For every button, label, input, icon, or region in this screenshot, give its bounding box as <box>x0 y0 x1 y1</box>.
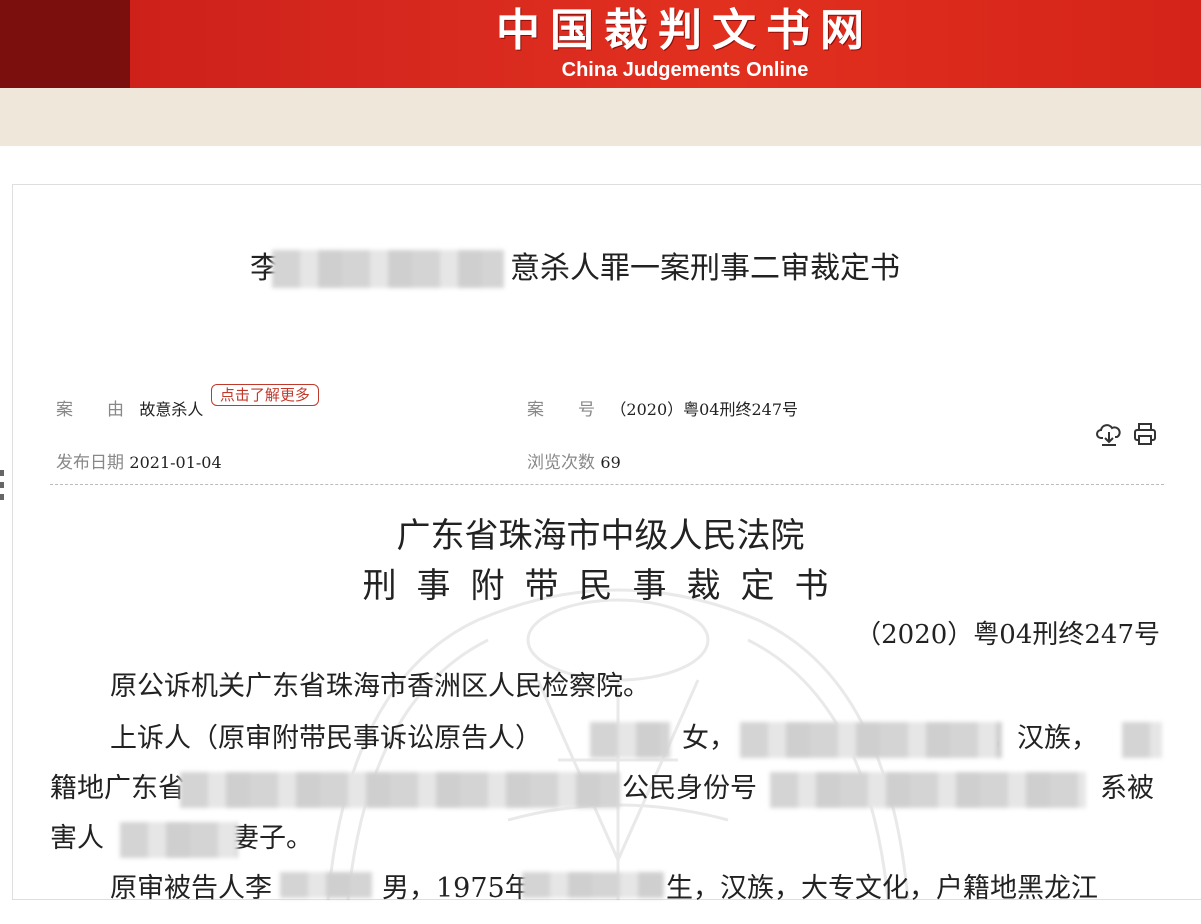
paragraph-victim-b: 妻子。 <box>232 823 313 854</box>
site-header: 中国裁判文书网 China Judgements Online <box>0 0 1201 88</box>
header-left-block <box>0 0 130 88</box>
meta-views: 浏览次数 69 <box>527 451 621 475</box>
redacted-block <box>522 872 664 898</box>
redacted-block <box>770 772 1086 808</box>
divider <box>50 484 1164 485</box>
redacted-block <box>120 822 238 858</box>
paragraph-appellant-b: 女， <box>682 723 736 754</box>
views-label: 浏览次数 <box>527 453 595 473</box>
case-no-label: 案 号 <box>527 400 595 420</box>
paragraph-prosecutor: 原公诉机关广东省珠海市香洲区人民检察院。 <box>110 671 650 702</box>
case-no-value: （2020）粤04刑终247号 <box>610 400 799 419</box>
meta-cause: 案 由 故意杀人 点击了解更多 <box>56 384 319 422</box>
views-value: 69 <box>600 453 621 472</box>
publish-date-label: 发布日期 <box>56 453 124 473</box>
cause-value: 故意杀人 <box>139 400 204 419</box>
paragraph-domicile-b: 公民身份号 <box>622 773 757 804</box>
paragraph-defendant-a: 原审被告人李 <box>110 873 272 904</box>
meta-publish-date: 发布日期 2021-01-04 <box>56 451 222 475</box>
site-logo[interactable]: 中国裁判文书网 China Judgements Online <box>470 6 900 86</box>
redacted-block <box>272 250 504 288</box>
meta-case-number: 案 号 （2020）粤04刑终247号 <box>527 398 798 422</box>
paragraph-defendant-c: 生，汉族，大专文化，户籍地黑龙江 <box>666 873 1098 904</box>
logo-english: China Judgements Online <box>561 59 809 81</box>
publish-date-value: 2021-01-04 <box>129 453 222 472</box>
paragraph-victim-a: 害人 <box>50 823 104 854</box>
paragraph-domicile-a: 籍地广东省 <box>50 773 185 804</box>
logo-chinese: 中国裁判文书网 <box>496 5 874 56</box>
paragraph-appellant-a: 上诉人（原审附带民事诉讼原告人） <box>110 723 542 754</box>
cause-label: 案 由 <box>56 400 124 420</box>
redacted-block <box>280 872 372 898</box>
redacted-block <box>590 722 670 758</box>
download-icon[interactable] <box>1096 421 1122 447</box>
paragraph-defendant-b: 男，1975年 <box>382 873 532 904</box>
case-number-line: （2020）粤04刑终247号 <box>855 620 1160 650</box>
court-name: 广东省珠海市中级人民法院 <box>396 516 805 556</box>
nav-bar <box>0 88 1201 146</box>
learn-more-button[interactable]: 点击了解更多 <box>210 384 319 406</box>
redacted-block <box>740 722 1002 758</box>
print-icon[interactable] <box>1132 421 1158 447</box>
redacted-block <box>1122 722 1162 758</box>
paragraph-domicile-c: 系被 <box>1100 773 1154 804</box>
redacted-block <box>180 772 620 808</box>
title-suffix: 意杀人罪一案刑事二审裁定书 <box>510 251 900 286</box>
document-type: 刑事附带民事裁定书 <box>362 566 849 606</box>
paragraph-appellant-c: ，汉族， <box>990 723 1098 754</box>
